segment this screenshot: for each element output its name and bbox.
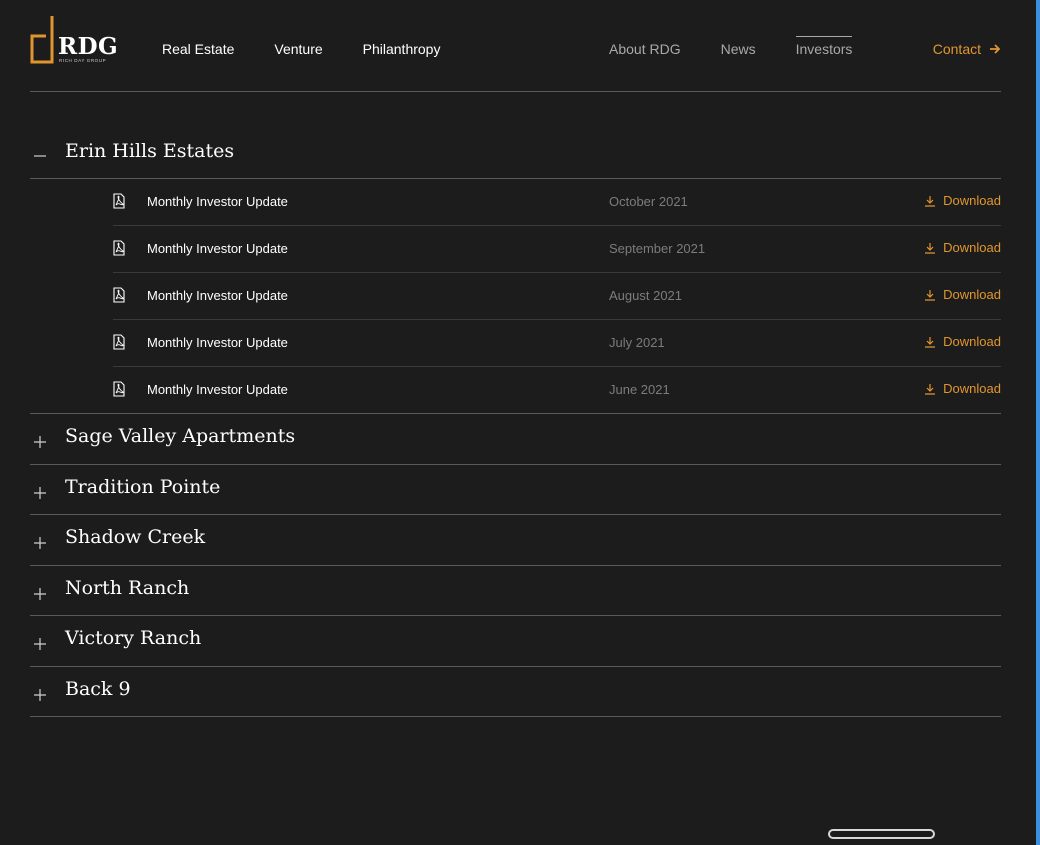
accordion-title: Back 9 bbox=[65, 677, 131, 700]
document-row: Monthly Investor Update October 2021 Dow… bbox=[113, 179, 1001, 226]
accordion-item-tradition-pointe[interactable]: Tradition Pointe bbox=[30, 465, 1001, 515]
plus-icon[interactable] bbox=[32, 434, 48, 450]
download-label: Download bbox=[943, 287, 1001, 302]
nav-investors[interactable]: Investors bbox=[795, 36, 852, 57]
accordion-item-sage-valley-apartments[interactable]: Sage Valley Apartments bbox=[30, 414, 1001, 465]
document-title: Monthly Investor Update bbox=[147, 335, 288, 350]
plus-icon[interactable] bbox=[32, 485, 48, 501]
pdf-icon bbox=[113, 240, 125, 256]
plus-icon[interactable] bbox=[32, 687, 48, 703]
contact-link[interactable]: Contact bbox=[933, 41, 1001, 57]
download-link[interactable]: Download bbox=[924, 381, 1001, 396]
download-icon bbox=[925, 289, 936, 301]
document-row: Monthly Investor Update August 2021 Down… bbox=[113, 273, 1001, 320]
download-icon bbox=[925, 383, 936, 395]
document-row: Monthly Investor Update June 2021 Downlo… bbox=[30, 367, 1001, 414]
investor-documents-accordion: Erin Hills Estates Monthly Investor Upda… bbox=[30, 128, 1001, 717]
scroll-handle[interactable] bbox=[828, 829, 935, 839]
plus-icon[interactable] bbox=[32, 636, 48, 652]
document-date: October 2021 bbox=[609, 194, 688, 209]
accordion-header-erin-hills-estates[interactable]: Erin Hills Estates bbox=[30, 128, 1001, 179]
nav-philanthropy[interactable]: Philanthropy bbox=[363, 41, 441, 57]
accordion-title: North Ranch bbox=[65, 576, 190, 599]
logo-wordmark: RDG bbox=[58, 33, 119, 60]
download-link[interactable]: Download bbox=[924, 240, 1001, 255]
accordion-title: Erin Hills Estates bbox=[65, 140, 235, 162]
site-header: RDG RICH DAY GROUP Real Estate Venture P… bbox=[30, 0, 1001, 92]
download-icon bbox=[925, 242, 936, 254]
accordion-title: Victory Ranch bbox=[65, 627, 202, 649]
document-date: September 2021 bbox=[609, 241, 706, 256]
window-edge bbox=[1036, 0, 1040, 845]
document-date: June 2021 bbox=[609, 382, 670, 397]
download-link[interactable]: Download bbox=[924, 193, 1001, 208]
download-label: Download bbox=[943, 240, 1001, 255]
accordion-title: Tradition Pointe bbox=[65, 475, 221, 498]
document-title: Monthly Investor Update bbox=[147, 382, 288, 397]
contact-label: Contact bbox=[932, 41, 981, 57]
accordion-item-victory-ranch[interactable]: Victory Ranch bbox=[30, 616, 1001, 667]
pdf-icon bbox=[113, 381, 125, 397]
download-link[interactable]: Download bbox=[924, 334, 1001, 349]
document-date: August 2021 bbox=[609, 288, 683, 303]
nav-about-rdg[interactable]: About RDG bbox=[609, 41, 681, 57]
logo-mark-icon bbox=[30, 16, 54, 64]
document-date: July 2021 bbox=[609, 335, 665, 350]
document-list: Monthly Investor Update October 2021 Dow… bbox=[30, 179, 1001, 414]
nav-news[interactable]: News bbox=[721, 41, 756, 57]
accordion-title: Sage Valley Apartments bbox=[65, 425, 296, 447]
accordion-title: Shadow Creek bbox=[65, 526, 206, 548]
download-link[interactable]: Download bbox=[924, 287, 1001, 302]
document-row: Monthly Investor Update September 2021 D… bbox=[113, 226, 1001, 273]
download-label: Download bbox=[943, 193, 1001, 208]
document-row: Monthly Investor Update July 2021 Downlo… bbox=[113, 320, 1001, 367]
accordion-item-north-ranch[interactable]: North Ranch bbox=[30, 566, 1001, 616]
pdf-icon bbox=[113, 287, 125, 303]
nav-real-estate[interactable]: Real Estate bbox=[162, 41, 234, 57]
arrow-right-icon bbox=[990, 44, 1001, 54]
secondary-nav: About RDG News Investors bbox=[609, 36, 892, 57]
document-title: Monthly Investor Update bbox=[147, 241, 288, 256]
pdf-icon bbox=[113, 193, 125, 209]
document-title: Monthly Investor Update bbox=[147, 288, 288, 303]
nav-venture[interactable]: Venture bbox=[274, 41, 322, 57]
download-icon bbox=[925, 336, 936, 348]
accordion-item-back-9[interactable]: Back 9 bbox=[30, 667, 1001, 717]
pdf-icon bbox=[113, 334, 125, 350]
download-label: Download bbox=[943, 334, 1001, 349]
logo-tagline: RICH DAY GROUP bbox=[59, 58, 107, 63]
rdg-logo[interactable]: RDG RICH DAY GROUP bbox=[30, 16, 120, 64]
download-icon bbox=[925, 195, 936, 207]
plus-icon[interactable] bbox=[32, 586, 48, 602]
accordion-item-shadow-creek[interactable]: Shadow Creek bbox=[30, 515, 1001, 566]
document-title: Monthly Investor Update bbox=[147, 194, 288, 209]
minus-icon[interactable] bbox=[32, 144, 48, 160]
download-label: Download bbox=[943, 381, 1001, 396]
plus-icon[interactable] bbox=[32, 535, 48, 551]
primary-nav: Real Estate Venture Philanthropy bbox=[162, 41, 480, 57]
